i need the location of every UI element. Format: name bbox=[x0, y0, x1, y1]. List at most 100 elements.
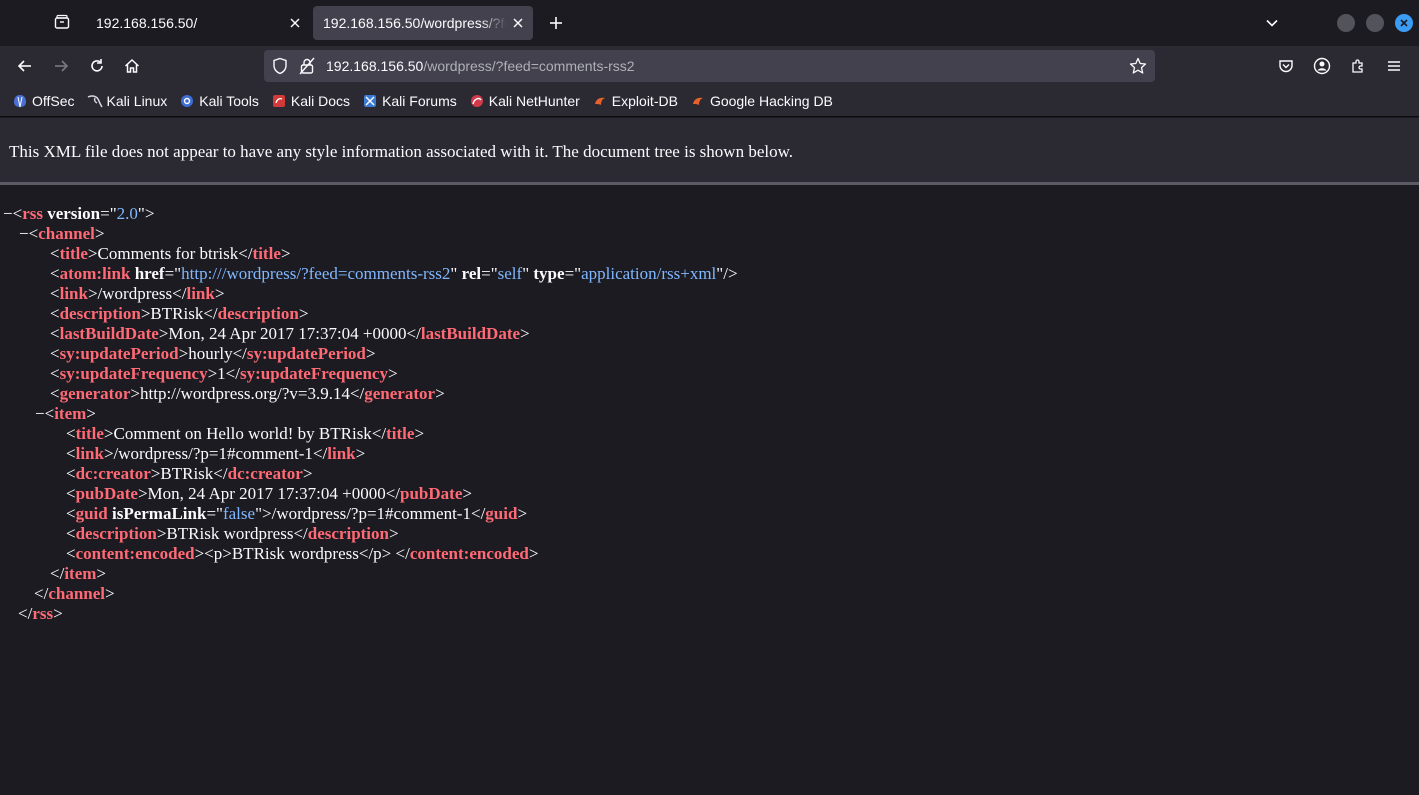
tracking-protection-button[interactable] bbox=[272, 57, 288, 75]
collapse-toggle[interactable]: − bbox=[19, 224, 29, 243]
xml-tag: channel bbox=[48, 584, 105, 603]
xml-tag: dc:creator bbox=[75, 464, 151, 483]
bookmark-kali-tools[interactable]: Kali Tools bbox=[179, 93, 259, 109]
xml-item-content: <content:encoded><p>BTRisk wordpress</p>… bbox=[66, 544, 539, 563]
xml-text: Comments for btrisk bbox=[97, 244, 239, 263]
xml-text: BTRisk bbox=[150, 304, 204, 323]
xml-tag: atom:link bbox=[59, 264, 131, 283]
xml-tag: pubDate bbox=[400, 484, 463, 503]
collapse-toggle[interactable]: − bbox=[3, 204, 13, 223]
url-bar[interactable]: 192.168.156.50/wordpress/?feed=comments-… bbox=[264, 50, 1155, 82]
xml-tag: description bbox=[217, 304, 299, 323]
xml-attr-value: self bbox=[497, 264, 523, 283]
xml-tag: sy:updatePeriod bbox=[59, 344, 179, 363]
xml-text: Comment on Hello world! by BTRisk bbox=[113, 424, 372, 443]
xml-item-open: −<item> bbox=[35, 404, 96, 423]
bookmark-label: Exploit-DB bbox=[611, 93, 678, 109]
forward-button[interactable] bbox=[46, 52, 76, 80]
xml-text: /wordpress/?p=1#comment-1 bbox=[113, 444, 313, 463]
xml-rss-close: </rss> bbox=[18, 604, 63, 623]
xml-last-build-date: <lastBuildDate>Mon, 24 Apr 2017 17:37:04… bbox=[50, 324, 530, 343]
xml-tag: item bbox=[64, 564, 97, 583]
ghdb-icon bbox=[690, 93, 706, 109]
xml-tag: guid bbox=[485, 504, 518, 523]
bookmark-label: Kali Docs bbox=[290, 93, 351, 109]
bookmark-page-button[interactable] bbox=[1129, 57, 1147, 75]
xml-tag: sy:updateFrequency bbox=[59, 364, 208, 383]
xml-attr: type bbox=[533, 264, 565, 283]
xml-tag: description bbox=[307, 524, 389, 543]
menu-button[interactable] bbox=[1379, 52, 1409, 80]
xml-item-pubdate: <pubDate>Mon, 24 Apr 2017 17:37:04 +0000… bbox=[66, 484, 472, 503]
xml-tag: rss bbox=[32, 604, 54, 623]
new-tab-button[interactable] bbox=[543, 9, 569, 37]
xml-tag: sy:updateFrequency bbox=[239, 364, 388, 383]
tab-label: 192.168.156.50/ bbox=[96, 15, 198, 31]
arrow-right-icon bbox=[55, 60, 69, 72]
minimize-window-button[interactable] bbox=[1337, 14, 1355, 32]
kali-docs-icon bbox=[271, 93, 287, 109]
url-path: /wordpress/?feed=comments-rss2 bbox=[423, 58, 635, 74]
bookmark-label: Kali Linux bbox=[106, 93, 168, 109]
xml-tag: guid bbox=[75, 504, 108, 523]
list-all-tabs-button[interactable] bbox=[1259, 9, 1285, 37]
close-tab-button[interactable] bbox=[284, 12, 306, 34]
bookmark-label: Kali Forums bbox=[382, 93, 457, 109]
kali-forums-icon bbox=[362, 93, 378, 109]
bookmark-kali-nethunter[interactable]: Kali NetHunter bbox=[469, 93, 580, 109]
url-text[interactable]: 192.168.156.50/wordpress/?feed=comments-… bbox=[326, 58, 635, 74]
firefox-view-button[interactable] bbox=[48, 8, 76, 36]
close-tab-button[interactable] bbox=[507, 12, 529, 34]
xml-generator: <generator>http://wordpress.org/?v=3.9.1… bbox=[50, 384, 445, 403]
collapse-toggle[interactable]: − bbox=[35, 404, 45, 423]
xml-item-close: </item> bbox=[50, 564, 106, 583]
home-button[interactable] bbox=[117, 52, 147, 80]
xml-text: Mon, 24 Apr 2017 17:37:04 +0000 bbox=[147, 484, 386, 503]
navigation-toolbar: 192.168.156.50/wordpress/?feed=comments-… bbox=[0, 46, 1419, 86]
bookmark-kali-docs[interactable]: Kali Docs bbox=[271, 93, 350, 109]
chevron-down-icon bbox=[1266, 19, 1278, 27]
xml-item-guid: <guid isPermaLink="false">/wordpress/?p=… bbox=[66, 504, 528, 523]
reload-icon bbox=[91, 59, 103, 72]
xml-tag: item bbox=[54, 404, 87, 423]
pocket-button[interactable] bbox=[1271, 52, 1301, 80]
xml-tag: generator bbox=[364, 384, 436, 403]
xml-attr: href bbox=[134, 264, 165, 283]
back-button[interactable] bbox=[10, 52, 40, 80]
bookmark-google-hacking-db[interactable]: Google Hacking DB bbox=[690, 93, 833, 109]
xml-text: /wordpress bbox=[97, 284, 173, 303]
xml-tag: link bbox=[186, 284, 215, 303]
xml-attr: rel bbox=[461, 264, 482, 283]
bookmark-kali-linux[interactable]: Kali Linux bbox=[87, 93, 168, 109]
bookmark-label: Kali Tools bbox=[199, 93, 259, 109]
bookmark-offsec[interactable]: OffSec bbox=[12, 93, 75, 109]
url-host: 192.168.156.50 bbox=[326, 58, 424, 74]
xml-tag: dc:creator bbox=[227, 464, 303, 483]
xml-style-notice: This XML file does not appear to have an… bbox=[0, 118, 1419, 185]
close-icon bbox=[290, 18, 300, 28]
reload-button[interactable] bbox=[82, 52, 112, 80]
site-info-button[interactable] bbox=[299, 57, 315, 75]
xml-text: <p>BTRisk wordpress</p> bbox=[204, 544, 396, 563]
xml-rss-open: −<rss version="2.0"> bbox=[3, 204, 155, 223]
xml-text: http://wordpress.org/?v=3.9.14 bbox=[140, 384, 350, 403]
bookmark-kali-forums[interactable]: Kali Forums bbox=[362, 93, 457, 109]
tab-feed[interactable]: 192.168.156.50/wordpress/?feed=comments-… bbox=[313, 6, 533, 40]
maximize-window-button[interactable] bbox=[1366, 14, 1384, 32]
extensions-button[interactable] bbox=[1343, 52, 1373, 80]
hamburger-menu-icon bbox=[1388, 61, 1400, 71]
xml-tag: pubDate bbox=[75, 484, 138, 503]
account-button[interactable] bbox=[1307, 52, 1337, 80]
bookmark-exploit-db[interactable]: Exploit-DB bbox=[592, 93, 678, 109]
close-window-button[interactable] bbox=[1395, 14, 1413, 32]
bookmarks-toolbar: OffSec Kali Linux Kali Tools Kali Docs K… bbox=[0, 86, 1419, 117]
xml-channel-link: <link>/wordpress</link> bbox=[50, 284, 225, 303]
tab-home[interactable]: 192.168.156.50/ bbox=[86, 6, 310, 40]
xml-channel-open: −<channel> bbox=[19, 224, 105, 243]
xml-tag: rss bbox=[22, 204, 43, 223]
xml-text: BTRisk bbox=[160, 464, 214, 483]
xml-attr-value: http:///wordpress/?feed=comments-rss2 bbox=[181, 264, 451, 283]
xml-document-tree: −<rss version="2.0"> −<channel> <title>C… bbox=[0, 204, 738, 624]
xml-update-period: <sy:updatePeriod>hourly</sy:updatePeriod… bbox=[50, 344, 376, 363]
xml-item-title: <title>Comment on Hello world! by BTRisk… bbox=[66, 424, 425, 443]
